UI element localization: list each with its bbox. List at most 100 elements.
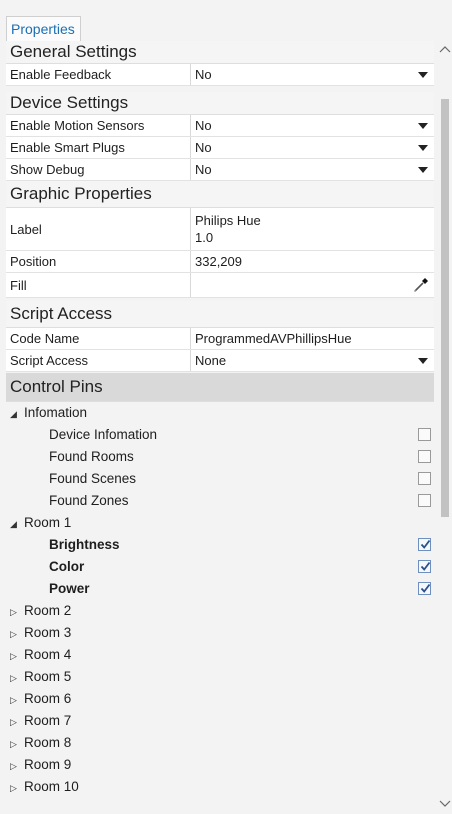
triangle-right-icon[interactable]: ▷ [10, 777, 24, 799]
pin-found-scenes: Found Scenes [6, 468, 434, 490]
label-text-field[interactable]: Philips Hue 1.0 [190, 208, 434, 250]
property-label: Enable Feedback [10, 67, 112, 82]
label-line-2: 1.0 [195, 230, 214, 245]
tree-node-room-1[interactable]: ◢ Room 1 [6, 512, 434, 534]
property-label: Code Name [10, 331, 80, 346]
dropdown-value: None [195, 353, 227, 368]
tree-node-label: Room 6 [24, 691, 72, 706]
triangle-down-icon[interactable]: ◢ [10, 513, 24, 535]
tree-node-label: Room 2 [24, 603, 72, 618]
tree-node-label: Room 10 [24, 779, 79, 794]
enable-feedback-dropdown[interactable]: No [190, 64, 434, 85]
pin-power: Power [6, 578, 434, 600]
dropdown-value: No [195, 118, 212, 133]
pin-checkbox[interactable] [418, 428, 431, 441]
section-control-pins: Control Pins [6, 373, 434, 402]
section-graphic-properties: Graphic Properties [6, 181, 434, 208]
dropdown-arrow-icon[interactable] [418, 144, 428, 151]
properties-panel: General Settings Enable Feedback No Devi… [6, 41, 434, 814]
tree-node-room-8[interactable]: ▷ Room 8 [6, 732, 434, 754]
vertical-scrollbar[interactable] [438, 41, 452, 814]
pin-label: Color [49, 559, 85, 574]
property-label: Fill [10, 277, 27, 293]
pin-checkbox[interactable] [418, 494, 431, 507]
tree-node-label: Room 8 [24, 735, 72, 750]
scroll-down-icon[interactable] [439, 797, 451, 809]
pin-brightness: Brightness [6, 534, 434, 556]
fill-color-field[interactable] [190, 273, 434, 297]
check-icon [420, 583, 431, 593]
triangle-right-icon[interactable]: ▷ [10, 667, 24, 689]
pin-found-rooms: Found Rooms [6, 446, 434, 468]
pin-device-infomation: Device Infomation [6, 424, 434, 446]
property-row-show-debug: Show Debug No [6, 159, 434, 181]
pin-label: Power [49, 581, 90, 596]
triangle-right-icon[interactable]: ▷ [10, 755, 24, 777]
property-row-script-access: Script Access None [6, 350, 434, 372]
property-row-enable-motion-sensors: Enable Motion Sensors No [6, 115, 434, 137]
tree-node-label: Room 5 [24, 669, 72, 684]
dropdown-value: No [195, 67, 212, 82]
triangle-right-icon[interactable]: ▷ [10, 601, 24, 623]
dropdown-arrow-icon[interactable] [418, 122, 428, 129]
tree-node-label: Room 1 [24, 515, 72, 530]
tree-node-infomation[interactable]: ◢ Infomation [6, 402, 434, 424]
tree-node-room-3[interactable]: ▷ Room 3 [6, 622, 434, 644]
tree-node-room-6[interactable]: ▷ Room 6 [6, 688, 434, 710]
dropdown-value: No [195, 140, 212, 155]
property-row-enable-feedback: Enable Feedback No [6, 64, 434, 86]
tree-node-room-9[interactable]: ▷ Room 9 [6, 754, 434, 776]
triangle-right-icon[interactable]: ▷ [10, 711, 24, 733]
triangle-right-icon[interactable]: ▷ [10, 733, 24, 755]
property-label: Script Access [10, 353, 89, 368]
check-icon [420, 561, 431, 571]
dropdown-arrow-icon[interactable] [418, 357, 428, 364]
eyedropper-icon[interactable] [412, 276, 430, 294]
scroll-up-icon[interactable] [439, 44, 451, 56]
dropdown-arrow-icon[interactable] [418, 166, 428, 173]
position-field[interactable]: 332,209 [190, 251, 434, 272]
tab-properties[interactable]: Properties [6, 16, 81, 42]
tree-node-label: Infomation [24, 405, 88, 420]
property-row-fill: Fill [6, 273, 434, 298]
property-row-code-name: Code Name ProgrammedAVPhillipsHue [6, 328, 434, 350]
pin-checkbox[interactable] [418, 450, 431, 463]
dropdown-value: No [195, 162, 212, 177]
property-label: Enable Motion Sensors [10, 118, 145, 133]
control-pins-tree: ◢ Infomation Device Infomation Found Room… [6, 402, 434, 798]
script-access-dropdown[interactable]: None [190, 350, 434, 371]
property-label: Position [10, 254, 57, 269]
check-icon [420, 539, 431, 549]
tree-node-room-10[interactable]: ▷ Room 10 [6, 776, 434, 798]
enable-motion-sensors-dropdown[interactable]: No [190, 115, 434, 136]
tree-node-room-5[interactable]: ▷ Room 5 [6, 666, 434, 688]
pin-checkbox[interactable] [418, 472, 431, 485]
tree-node-label: Room 4 [24, 647, 72, 662]
tree-node-label: Room 9 [24, 757, 72, 772]
show-debug-dropdown[interactable]: No [190, 159, 434, 180]
triangle-right-icon[interactable]: ▷ [10, 645, 24, 667]
tree-node-room-2[interactable]: ▷ Room 2 [6, 600, 434, 622]
code-name-value: ProgrammedAVPhillipsHue [195, 331, 352, 346]
scrollbar-thumb[interactable] [441, 99, 449, 517]
section-general-settings: General Settings [6, 41, 434, 64]
property-row-position: Position 332,209 [6, 251, 434, 273]
triangle-down-icon[interactable]: ◢ [10, 403, 24, 425]
tree-node-room-7[interactable]: ▷ Room 7 [6, 710, 434, 732]
pin-checkbox-checked[interactable] [418, 582, 431, 595]
pin-checkbox-checked[interactable] [418, 538, 431, 551]
tab-bar: Properties [0, 0, 452, 42]
dropdown-arrow-icon[interactable] [418, 71, 428, 78]
triangle-right-icon[interactable]: ▷ [10, 623, 24, 645]
triangle-right-icon[interactable]: ▷ [10, 689, 24, 711]
pin-label: Device Infomation [49, 427, 158, 442]
pin-label: Found Rooms [49, 449, 134, 464]
section-script-access: Script Access [6, 301, 434, 328]
enable-smart-plugs-dropdown[interactable]: No [190, 137, 434, 158]
property-row-enable-smart-plugs: Enable Smart Plugs No [6, 137, 434, 159]
pin-checkbox-checked[interactable] [418, 560, 431, 573]
code-name-field[interactable]: ProgrammedAVPhillipsHue [190, 328, 434, 349]
tree-node-room-4[interactable]: ▷ Room 4 [6, 644, 434, 666]
label-line-1: Philips Hue [195, 213, 261, 228]
pin-color: Color [6, 556, 434, 578]
